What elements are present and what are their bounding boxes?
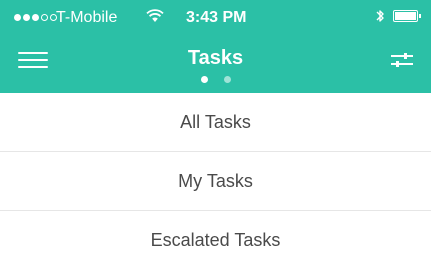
bluetooth-icon <box>375 7 385 30</box>
wifi-icon <box>146 9 164 28</box>
list-item-all-tasks[interactable]: All Tasks <box>0 93 431 152</box>
status-bar: T-Mobile 3:43 PM <box>0 0 431 36</box>
list-item-escalated-tasks[interactable]: Escalated Tasks <box>0 211 431 269</box>
signal-strength-icon <box>14 14 57 21</box>
filter-sliders-icon[interactable] <box>388 48 416 72</box>
tasks-screen: T-Mobile 3:43 PM Tasks All Tasks My Task… <box>0 0 431 270</box>
status-time: 3:43 PM <box>186 9 247 26</box>
nav-bar: Tasks <box>0 36 431 93</box>
carrier-name: T-Mobile <box>56 9 118 26</box>
list-item-my-tasks[interactable]: My Tasks <box>0 152 431 211</box>
page-title: Tasks <box>187 47 244 69</box>
app-header: T-Mobile 3:43 PM Tasks <box>0 0 431 93</box>
page-dot-active <box>200 76 208 83</box>
battery-icon <box>393 10 421 22</box>
page-dot-inactive <box>223 76 231 83</box>
page-indicator[interactable] <box>0 76 431 83</box>
task-filter-list: All Tasks My Tasks Escalated Tasks <box>0 93 431 269</box>
